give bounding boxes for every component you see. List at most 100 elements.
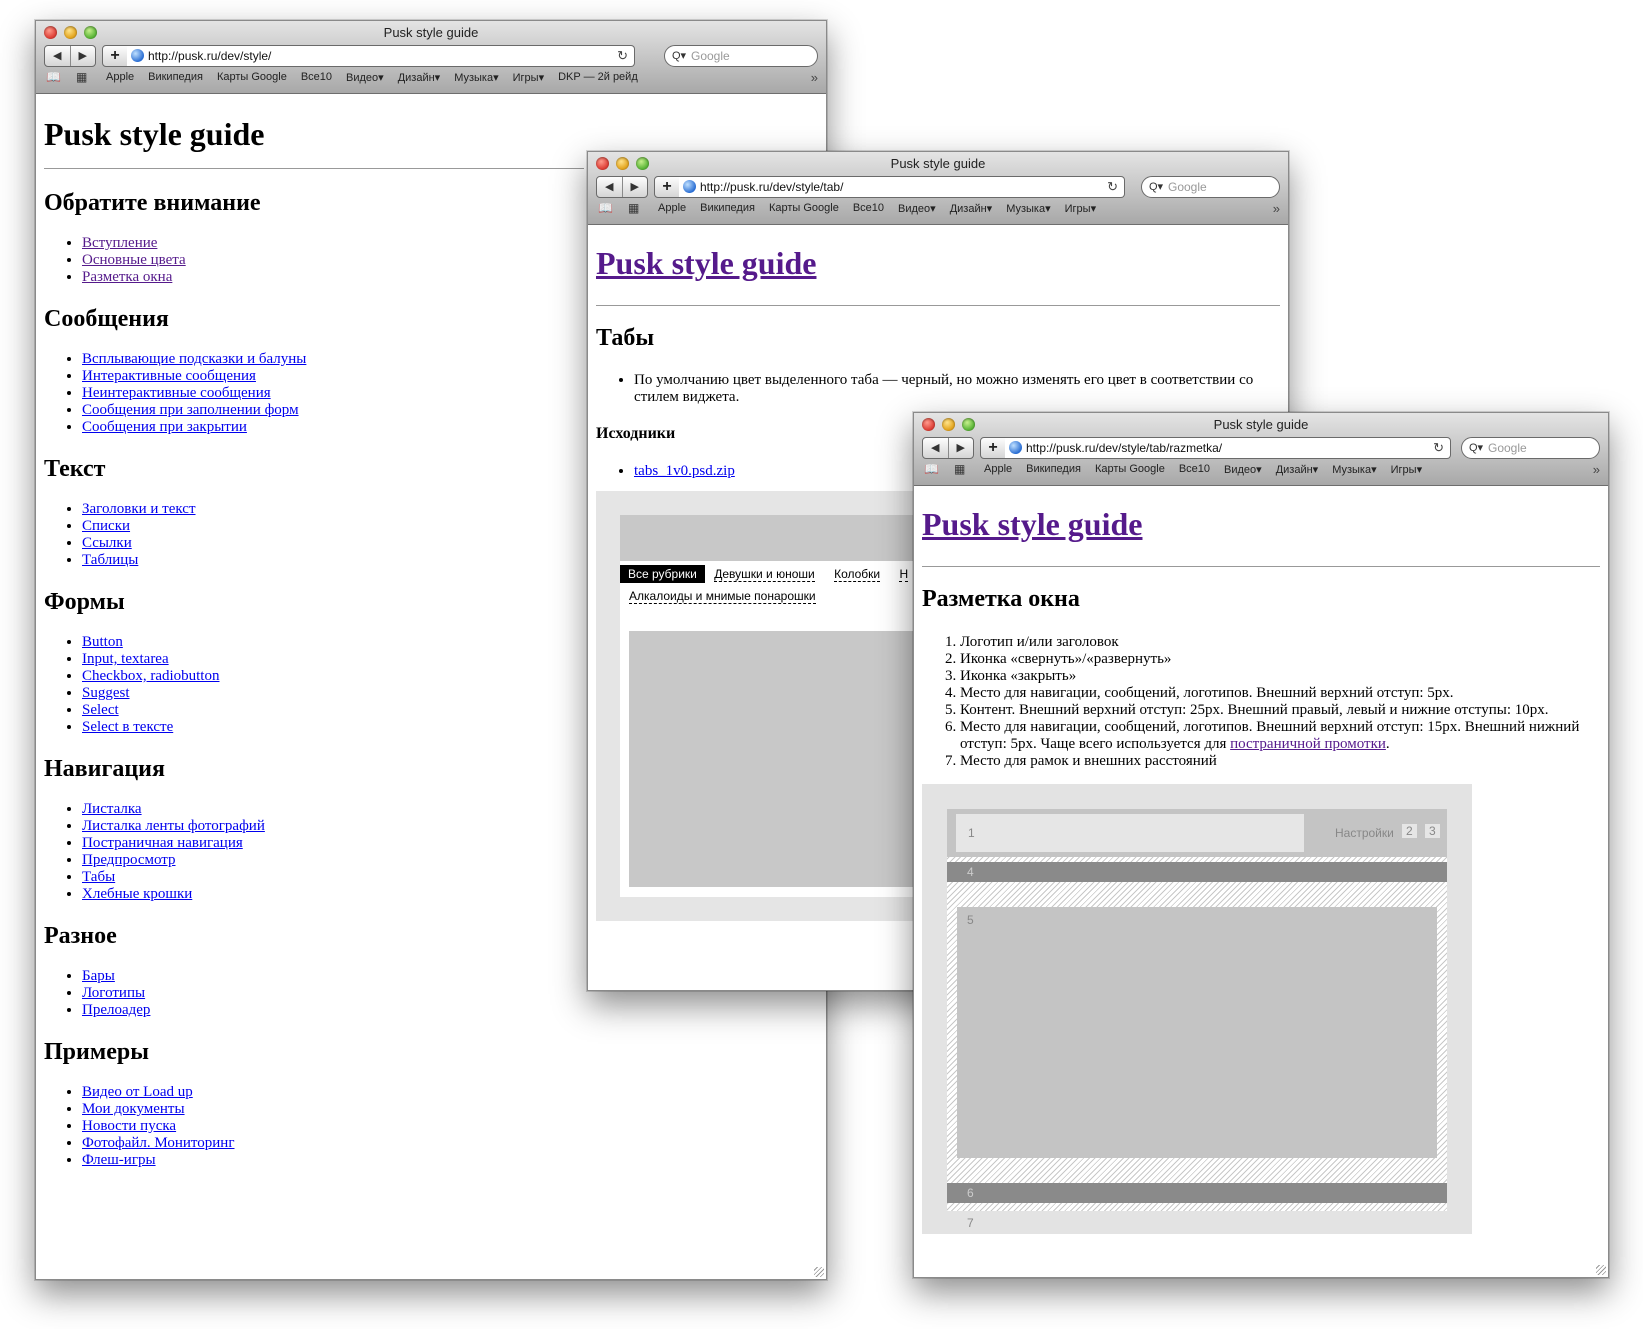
nav-link[interactable]: Табы	[82, 869, 115, 885]
bookmark-item[interactable]: Видео▾	[1224, 463, 1262, 476]
bookmark-item[interactable]: Музыка▾	[1006, 202, 1050, 215]
nav-link[interactable]: Разметка окна	[82, 269, 172, 285]
nav-link[interactable]: Видео от Load up	[82, 1084, 193, 1100]
nav-link[interactable]: Бары	[82, 968, 115, 984]
resize-handle[interactable]	[1596, 1265, 1606, 1275]
tab-item[interactable]: Н	[899, 567, 909, 582]
nav-link[interactable]: Неинтерактивные сообщения	[82, 385, 271, 401]
bookmark-item[interactable]: Музыка▾	[1332, 463, 1376, 476]
bookmark-item[interactable]: Карты Google	[217, 71, 287, 84]
address-bar[interactable]: http://pusk.ru/dev/style/tab/razmetka/ ↻	[1005, 437, 1451, 459]
nav-link[interactable]: Таблицы	[82, 552, 138, 568]
bookmark-item[interactable]: Apple	[106, 71, 134, 84]
bookmarks-icon[interactable]: 📖	[924, 462, 939, 476]
nav-link[interactable]: Предпросмотр	[82, 852, 176, 868]
search-field[interactable]: Q▾ Google	[1461, 437, 1600, 459]
bookmark-item[interactable]: Игры▾	[513, 71, 544, 84]
forward-icon[interactable]: ▶	[947, 438, 974, 458]
bookmarks-list: Apple Википедия Карты Google Все10 Видео▾ Диз…	[984, 463, 1422, 476]
nav-link[interactable]: Хлебные крошки	[82, 886, 192, 902]
nav-link[interactable]: Списки	[82, 518, 130, 534]
back-icon[interactable]: ◀	[597, 177, 622, 197]
add-bookmark-button[interactable]: +	[654, 176, 680, 198]
add-bookmark-button[interactable]: +	[980, 437, 1006, 459]
topsites-icon[interactable]: ▦	[628, 201, 639, 215]
nav-link[interactable]: Новости пуска	[82, 1118, 176, 1134]
bookmark-item[interactable]: DKP — 2й рейд	[558, 71, 638, 84]
nav-link[interactable]: Мои документы	[82, 1101, 185, 1117]
bookmark-item[interactable]: Дизайн▾	[950, 202, 993, 215]
bookmark-item[interactable]: Википедия	[148, 71, 203, 84]
more-bookmarks-icon[interactable]: »	[811, 70, 818, 85]
resize-handle[interactable]	[814, 1267, 824, 1277]
nav-link[interactable]: Suggest	[82, 685, 130, 701]
bookmark-item[interactable]: Музыка▾	[454, 71, 498, 84]
bookmark-item[interactable]: Дизайн▾	[1276, 463, 1319, 476]
forward-icon[interactable]: ▶	[621, 177, 648, 197]
nav-link[interactable]: Логотипы	[82, 985, 145, 1001]
nav-link[interactable]: Прелоадер	[82, 1002, 150, 1018]
nav-link[interactable]: Постраничная навигация	[82, 835, 243, 851]
bookmark-item[interactable]: Видео▾	[898, 202, 936, 215]
add-bookmark-button[interactable]: +	[102, 45, 128, 67]
url-text[interactable]: http://pusk.ru/dev/style/	[148, 46, 271, 66]
search-field[interactable]: Q▾ Google	[664, 45, 818, 67]
forward-icon[interactable]: ▶	[69, 46, 96, 66]
nav-link[interactable]: Select	[82, 702, 119, 718]
tab-selected[interactable]: Все рубрики	[620, 565, 705, 583]
bookmark-item[interactable]: Все10	[301, 71, 332, 84]
nav-link[interactable]: Input, textarea	[82, 651, 169, 667]
bookmarks-icon[interactable]: 📖	[46, 70, 61, 84]
tab-item[interactable]: Алкалоиды и мнимые понарошки	[629, 589, 816, 604]
url-text[interactable]: http://pusk.ru/dev/style/tab/	[700, 177, 843, 197]
browser-window-razmetka[interactable]: Pusk style guide ◀ ▶ + http://pusk.ru/de…	[913, 412, 1609, 1278]
nav-link[interactable]: Checkbox, radiobutton	[82, 668, 219, 684]
reload-icon[interactable]: ↻	[617, 46, 628, 66]
topsites-icon[interactable]: ▦	[76, 70, 87, 84]
address-bar[interactable]: http://pusk.ru/dev/style/tab/ ↻	[679, 176, 1125, 198]
bookmark-item[interactable]: Видео▾	[346, 71, 384, 84]
more-bookmarks-icon[interactable]: »	[1593, 462, 1600, 477]
bookmark-item[interactable]: Все10	[1179, 463, 1210, 476]
tab-item[interactable]: Девушки и юноши	[714, 567, 815, 582]
nav-link[interactable]: Фотофайл. Мониторинг	[82, 1135, 234, 1151]
nav-link[interactable]: Флеш-игры	[82, 1152, 156, 1168]
page-title-link[interactable]: Pusk style guide	[596, 245, 816, 281]
nav-link[interactable]: Всплывающие подсказки и балуны	[82, 351, 306, 367]
nav-link[interactable]: Интерактивные сообщения	[82, 368, 256, 384]
nav-link[interactable]: Листалка	[82, 801, 142, 817]
nav-link[interactable]: Button	[82, 634, 123, 650]
more-bookmarks-icon[interactable]: »	[1273, 201, 1280, 216]
url-text[interactable]: http://pusk.ru/dev/style/tab/razmetka/	[1026, 438, 1222, 458]
file-link[interactable]: tabs_1v0.psd.zip	[634, 463, 735, 479]
bookmarks-icon[interactable]: 📖	[598, 201, 613, 215]
bookmark-item[interactable]: Карты Google	[1095, 463, 1165, 476]
tab-item[interactable]: Колобки	[834, 567, 881, 582]
nav-link[interactable]: Сообщения при заполнении форм	[82, 402, 299, 418]
back-icon[interactable]: ◀	[923, 438, 948, 458]
bookmark-item[interactable]: Игры▾	[1065, 202, 1096, 215]
nav-link[interactable]: Ссылки	[82, 535, 132, 551]
bookmark-item[interactable]: Apple	[658, 202, 686, 215]
nav-link[interactable]: Сообщения при закрытии	[82, 419, 247, 435]
nav-link[interactable]: Основные цвета	[82, 252, 186, 268]
bookmark-item[interactable]: Википедия	[1026, 463, 1081, 476]
back-icon[interactable]: ◀	[45, 46, 70, 66]
bookmark-item[interactable]: Дизайн▾	[398, 71, 441, 84]
topsites-icon[interactable]: ▦	[954, 462, 965, 476]
bookmark-item[interactable]: Игры▾	[1391, 463, 1422, 476]
bookmark-item[interactable]: Apple	[984, 463, 1012, 476]
nav-link[interactable]: Вступление	[82, 235, 157, 251]
bookmark-item[interactable]: Википедия	[700, 202, 755, 215]
bookmark-item[interactable]: Карты Google	[769, 202, 839, 215]
nav-link[interactable]: Листалка ленты фотографий	[82, 818, 265, 834]
search-field[interactable]: Q▾ Google	[1141, 176, 1280, 198]
pagination-link[interactable]: постраничной промотки	[1230, 736, 1386, 752]
reload-icon[interactable]: ↻	[1107, 177, 1118, 197]
address-bar[interactable]: http://pusk.ru/dev/style/ ↻	[127, 45, 635, 67]
page-title-link[interactable]: Pusk style guide	[922, 506, 1142, 542]
nav-link[interactable]: Заголовки и текст	[82, 501, 196, 517]
bookmark-item[interactable]: Все10	[853, 202, 884, 215]
reload-icon[interactable]: ↻	[1433, 438, 1444, 458]
nav-link[interactable]: Select в тексте	[82, 719, 173, 735]
